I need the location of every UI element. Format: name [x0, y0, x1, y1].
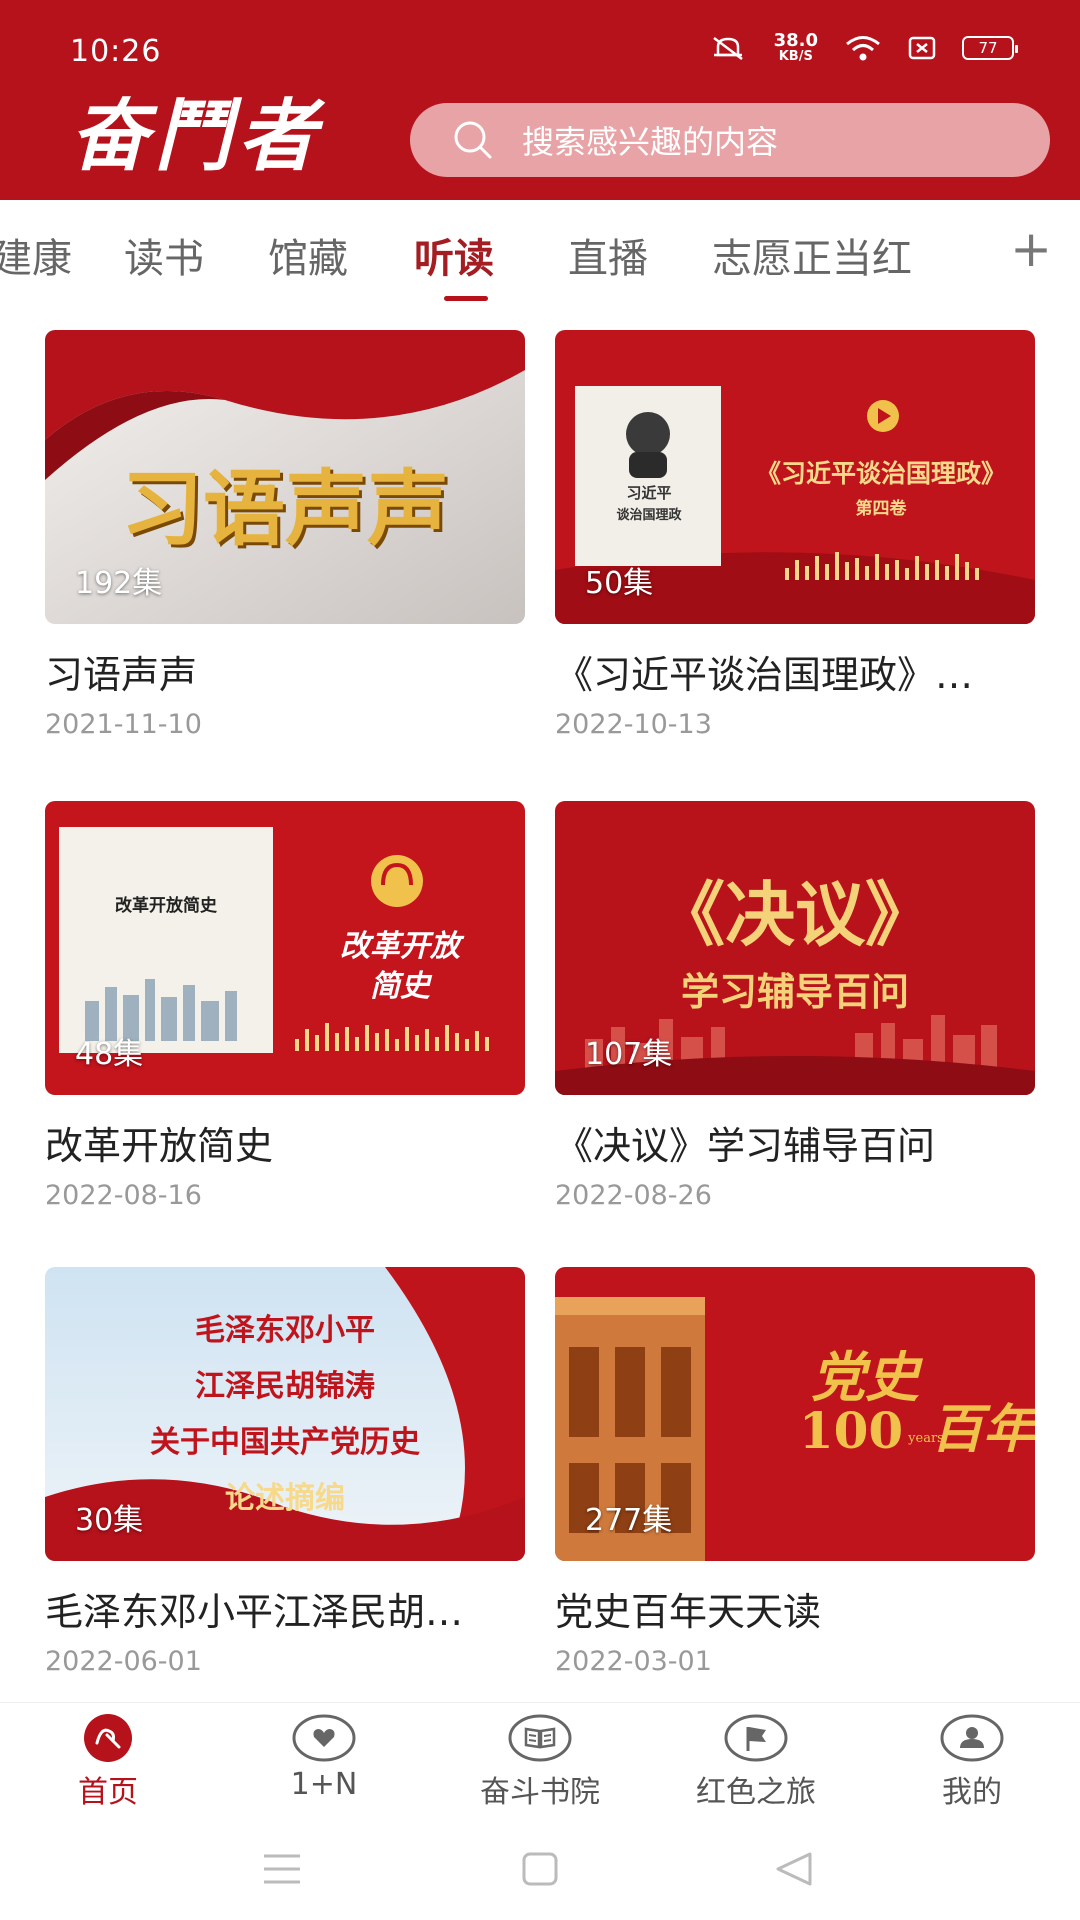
cover-title: 习语声声: [120, 461, 449, 557]
card-date: 2022-08-26: [555, 1180, 712, 1211]
card-cover: 改革开放简史 改革开放 简史 48集: [45, 801, 525, 1095]
episode-count: 48集: [75, 1037, 144, 1072]
card-title: 改革开放简史: [45, 1124, 274, 1168]
cover-line-3: 关于中国共产党历史: [150, 1425, 420, 1460]
tab-indicator: [444, 296, 488, 301]
network-speed: 38.0 KB/S: [773, 30, 818, 64]
status-icons: 38.0 KB/S 77: [708, 30, 1018, 64]
sim-icon: [908, 36, 936, 59]
card-date: 2022-10-13: [555, 709, 712, 740]
nav-label: 首页: [78, 1775, 138, 1810]
nav-home[interactable]: 首页: [18, 1713, 198, 1811]
heart-icon: [292, 1713, 356, 1763]
bottom-nav: 首页 1+N 奋斗书院 红色之旅 我的: [0, 1702, 1080, 1822]
card-date: 2022-08-16: [45, 1180, 202, 1211]
app-header: 10:26 38.0 KB/S 77 奋鬥者 搜索感兴趣的内容: [0, 0, 1080, 200]
system-nav-bar: [0, 1822, 1080, 1920]
card-cover: 《决议》 学习辅导百问 107集: [555, 801, 1035, 1095]
card-title: 《习近平谈治国理政》…: [555, 653, 974, 697]
nav-label: 红色之旅: [696, 1775, 816, 1810]
audio-card[interactable]: 毛泽东邓小平 江泽民胡锦涛 关于中国共产党历史 论述摘编 30集 毛泽东邓小平江…: [45, 1267, 525, 1677]
audio-card[interactable]: 习近平 谈治国理政 《习近平谈治国理政》 第四卷 50集 《习近平谈治国理政》……: [555, 330, 1035, 740]
mute-icon: [712, 36, 743, 60]
cover-title: 改革开放: [340, 929, 460, 964]
menu-icon[interactable]: [262, 1852, 302, 1886]
episode-count: 30集: [75, 1503, 144, 1538]
book-icon: [508, 1713, 572, 1763]
episode-count: 192集: [75, 566, 163, 601]
episode-count: 50集: [585, 566, 654, 601]
back-icon[interactable]: [774, 1852, 814, 1886]
battery-indicator: 77: [962, 35, 1018, 60]
card-title: 毛泽东邓小平江泽民胡…: [45, 1590, 464, 1634]
book-line-2: 谈治国理政: [616, 508, 682, 523]
tab-health[interactable]: 建康: [0, 226, 72, 284]
status-time: 10:26: [70, 34, 162, 69]
home-button-icon[interactable]: [520, 1852, 560, 1886]
nav-label: 1+N: [290, 1767, 358, 1802]
card-cover: 党史 100 years 百年 277集: [555, 1267, 1035, 1561]
tab-collection[interactable]: 馆藏: [268, 226, 348, 284]
audio-card[interactable]: 习语声声 192集 习语声声 2021-11-10: [45, 330, 525, 740]
search-icon: [454, 121, 492, 159]
nav-1n[interactable]: 1+N: [234, 1713, 414, 1802]
cover-subtitle: 学习辅导百问: [680, 969, 909, 1014]
tab-listen[interactable]: 听读: [414, 226, 494, 284]
search-bar[interactable]: 搜索感兴趣的内容: [410, 103, 1050, 177]
nav-red-tour[interactable]: 红色之旅: [666, 1713, 846, 1811]
episode-count: 107集: [585, 1037, 673, 1072]
episode-count: 277集: [585, 1503, 673, 1538]
home-logo-icon: [76, 1713, 140, 1763]
card-cover: 习语声声 192集: [45, 330, 525, 624]
cover-number: 100: [798, 1401, 904, 1460]
card-title: 习语声声: [45, 653, 198, 697]
tab-live[interactable]: 直播: [568, 226, 648, 284]
nav-label: 我的: [942, 1775, 1002, 1810]
book-title: 改革开放简史: [115, 896, 217, 916]
cover-subtitle: 简史: [370, 969, 430, 1004]
cover-title: 《习近平谈治国理政》: [755, 459, 1006, 488]
tab-reading[interactable]: 读书: [124, 226, 204, 284]
audio-card[interactable]: 《决议》 学习辅导百问 107集 《决议》学习辅导百问 2022-08-26: [555, 801, 1035, 1211]
search-placeholder: 搜索感兴趣的内容: [522, 123, 779, 161]
card-date: 2022-03-01: [555, 1646, 712, 1677]
card-title: 党史百年天天读: [555, 1590, 822, 1634]
card-cover: 习近平 谈治国理政 《习近平谈治国理政》 第四卷 50集: [555, 330, 1035, 624]
category-tabs: 建康 读书 馆藏 听读 直播 志愿正当红 +: [0, 200, 1080, 312]
cover-line-2: 江泽民胡锦涛: [195, 1369, 375, 1404]
book-line-1: 习近平: [626, 484, 672, 502]
add-tab-icon[interactable]: +: [1010, 220, 1052, 278]
audio-card[interactable]: 党史 100 years 百年 277集 党史百年天天读 2022-03-01: [555, 1267, 1035, 1677]
cover-subtitle: 第四卷: [855, 499, 907, 519]
card-date: 2022-06-01: [45, 1646, 202, 1677]
cover-title: 《决议》: [655, 873, 935, 956]
flag-icon: [724, 1713, 788, 1763]
nav-profile[interactable]: 我的: [882, 1713, 1062, 1811]
user-icon: [940, 1713, 1004, 1763]
card-cover: 毛泽东邓小平 江泽民胡锦涛 关于中国共产党历史 论述摘编 30集: [45, 1267, 525, 1561]
cover-line-1: 毛泽东邓小平: [195, 1313, 375, 1348]
card-date: 2021-11-10: [45, 709, 202, 740]
wifi-icon: [846, 35, 880, 60]
nav-academy[interactable]: 奋斗书院: [450, 1713, 630, 1811]
tab-volunteer[interactable]: 志愿正当红: [712, 226, 912, 284]
cover-subtitle: 百年: [931, 1399, 1035, 1460]
nav-label: 奋斗书院: [480, 1775, 600, 1810]
app-logo: 奋鬥者: [70, 91, 323, 182]
card-title: 《决议》学习辅导百问: [555, 1124, 936, 1168]
audio-card[interactable]: 改革开放简史 改革开放 简史 48集 改革开放简史 2022-08-16: [45, 801, 525, 1211]
